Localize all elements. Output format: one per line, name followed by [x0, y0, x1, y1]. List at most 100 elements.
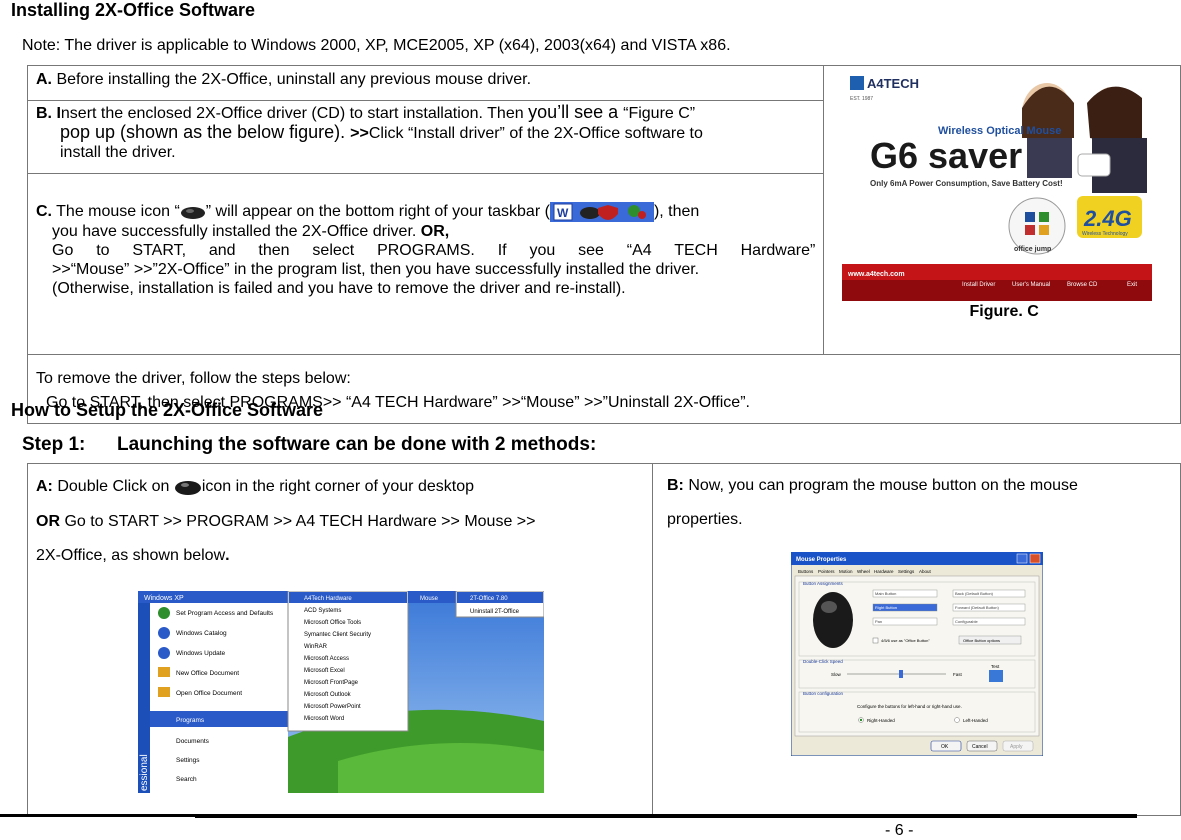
- programs-item[interactable]: Symantec Client Security: [304, 632, 371, 638]
- close-icon[interactable]: [1029, 553, 1041, 564]
- assign-4[interactable]: Back (Default Button): [955, 591, 994, 596]
- programs-item[interactable]: WinRAR: [304, 644, 328, 650]
- test-folder-icon[interactable]: [989, 670, 1003, 682]
- remove-text1: To remove the driver, follow the steps b…: [36, 370, 351, 387]
- step-label: Step 1:: [22, 434, 86, 455]
- startmenu-item[interactable]: Open Office Document: [176, 690, 242, 697]
- tab-pointers[interactable]: Pointers: [818, 569, 835, 574]
- startmenu-item[interactable]: Settings: [176, 757, 200, 764]
- step-b-text7: install the driver.: [60, 144, 176, 161]
- page-number: - 6 -: [885, 822, 914, 839]
- tab-about[interactable]: About: [919, 569, 932, 574]
- tab-buttons[interactable]: Buttons: [798, 569, 814, 574]
- mouse-icon: [174, 480, 201, 495]
- step-c-text4: you have successfully installed the 2X-O…: [52, 223, 421, 240]
- uninstall-submenu-item[interactable]: Uninstall 2T-Office: [470, 609, 520, 615]
- cancel-button[interactable]: Cancel: [972, 744, 988, 750]
- footer-rule-thin: [195, 817, 1137, 818]
- step-c-text5: Go to START, and then select PROGRAMS. I…: [52, 242, 816, 259]
- banner-btn-install[interactable]: Install Driver: [962, 282, 995, 288]
- method-b-label: B:: [667, 477, 684, 494]
- banner-btn-browse[interactable]: Browse CD: [1067, 282, 1098, 288]
- button-config-text: Configure the buttons for left-hand or r…: [857, 704, 962, 709]
- banner-badge: 2.4G: [1083, 206, 1132, 231]
- method-a-text2: icon in the right corner of your desktop: [201, 478, 474, 495]
- assign-3[interactable]: Pan: [875, 619, 882, 624]
- install-table: A. Before installing the 2X-Office, unin…: [26, 65, 1181, 424]
- startmenu-item[interactable]: Windows Catalog: [176, 630, 227, 637]
- startmenu-item[interactable]: Windows Update: [176, 650, 226, 657]
- help-icon[interactable]: [1016, 553, 1028, 564]
- step-a-text: Before installing the 2X-Office, uninsta…: [52, 71, 532, 88]
- startmenu-item[interactable]: Documents: [176, 738, 210, 745]
- programs-item[interactable]: Microsoft Excel: [304, 668, 345, 674]
- programs-item[interactable]: Microsoft PowerPoint: [304, 704, 361, 710]
- step-b-arrows: >>: [350, 125, 369, 142]
- startmenu-item[interactable]: New Office Document: [176, 670, 239, 677]
- compatibility-note: Note: The driver is applicable to Window…: [22, 37, 731, 54]
- step-heading: Step 1: Launching the software can be don…: [22, 434, 596, 456]
- programs-item[interactable]: Microsoft Word: [304, 716, 344, 722]
- startmenu-header: Windows XP: [144, 595, 184, 602]
- method-a-dot: .: [225, 547, 230, 564]
- method-b-text2: properties.: [667, 511, 743, 528]
- method-a-cell: A: Double Click on icon in the right cor…: [27, 463, 653, 816]
- programs-item[interactable]: Microsoft FrontPage: [304, 680, 359, 686]
- banner-btn-exit[interactable]: Exit: [1127, 282, 1137, 288]
- method-table: A: Double Click on icon in the right cor…: [27, 463, 1181, 816]
- tab-wheel[interactable]: Wheel: [857, 569, 870, 574]
- tab-hardware[interactable]: Hardware: [874, 569, 894, 574]
- method-a-text4: 2X-Office, as shown below: [36, 547, 226, 564]
- step-b-text3: “Figure C”: [623, 105, 696, 122]
- banner-btn-manual[interactable]: User's Manual: [1012, 282, 1050, 288]
- office-submenu-item[interactable]: 2T-Office 7.80: [470, 596, 508, 602]
- assign-1[interactable]: Main Button: [875, 591, 896, 596]
- assign-6[interactable]: Configurable: [955, 619, 978, 624]
- figure-caption: Figure. C: [969, 303, 1039, 320]
- programs-item[interactable]: Microsoft Access: [304, 656, 349, 662]
- page-title: Installing 2X-Office Software: [11, 0, 256, 20]
- svg-text:W: W: [557, 206, 569, 220]
- office-button-options[interactable]: Office Button options: [963, 638, 1000, 643]
- taskbar-icons: W: [549, 202, 654, 222]
- tab-settings[interactable]: Settings: [898, 569, 915, 574]
- figure-c-cell: A4TECH EST. 1987 Wireless Optical Mouse …: [823, 65, 1181, 355]
- assign-2[interactable]: Right Button: [875, 605, 897, 610]
- setup-title: How to Setup the 2X-Office Software: [11, 400, 324, 420]
- step-c-label: C.: [36, 203, 52, 221]
- step-b-label: B. I: [36, 105, 61, 122]
- left-handed-radio[interactable]: [954, 717, 960, 723]
- assign-5[interactable]: Forward (Default Button): [955, 605, 999, 610]
- ok-button[interactable]: OK: [941, 744, 949, 750]
- banner-brand: A4TECH: [867, 76, 919, 91]
- left-handed-label: Left-Handed: [963, 718, 988, 723]
- step-b-text6: Click “Install driver” of the 2X-Office …: [368, 125, 703, 142]
- banner-url: www.a4tech.com: [847, 271, 905, 278]
- double-click-heading: Double-Click Speed: [803, 659, 843, 664]
- step-c-cell: C. The mouse icon “ ” will appear on the …: [26, 173, 825, 355]
- startmenu-item[interactable]: Set Program Access and Defaults: [176, 610, 274, 617]
- apply-button[interactable]: Apply: [1010, 744, 1023, 750]
- step-b-cell: B. Insert the enclosed 2X-Office driver …: [26, 100, 825, 174]
- programs-item[interactable]: A4Tech Hardware: [304, 596, 352, 602]
- office-button-checkbox[interactable]: [872, 637, 879, 644]
- step-c-or: OR,: [420, 223, 450, 240]
- step-c-text7: (Otherwise, installation is failed and y…: [52, 280, 626, 297]
- mouse-submenu-item[interactable]: Mouse: [420, 596, 439, 602]
- step-a-label: A.: [36, 71, 52, 88]
- startmenu-vertical-label: essional: [139, 754, 150, 791]
- step-c-text3: ), then: [653, 203, 700, 221]
- banner-badge-sub: Wireless Technology: [1082, 231, 1128, 237]
- tab-motion[interactable]: Motion: [839, 569, 853, 574]
- programs-item[interactable]: Microsoft Outlook: [304, 692, 352, 698]
- startmenu-item[interactable]: Search: [176, 776, 197, 783]
- banner-est: EST. 1987: [850, 96, 873, 102]
- programs-item[interactable]: Microsoft Office Tools: [304, 620, 361, 626]
- double-click-slider[interactable]: [899, 670, 903, 678]
- method-b-text1: Now, you can program the mouse button on…: [683, 477, 1078, 494]
- startmenu-item-programs[interactable]: Programs: [176, 717, 205, 724]
- assign-heading: Button Assignments: [803, 581, 844, 586]
- step-a-cell: A. Before installing the 2X-Office, unin…: [26, 65, 825, 101]
- programs-item[interactable]: ACD Systems: [304, 608, 341, 614]
- office-button-checkbox-label: 4/5/6 use as "Office Button": [881, 638, 930, 643]
